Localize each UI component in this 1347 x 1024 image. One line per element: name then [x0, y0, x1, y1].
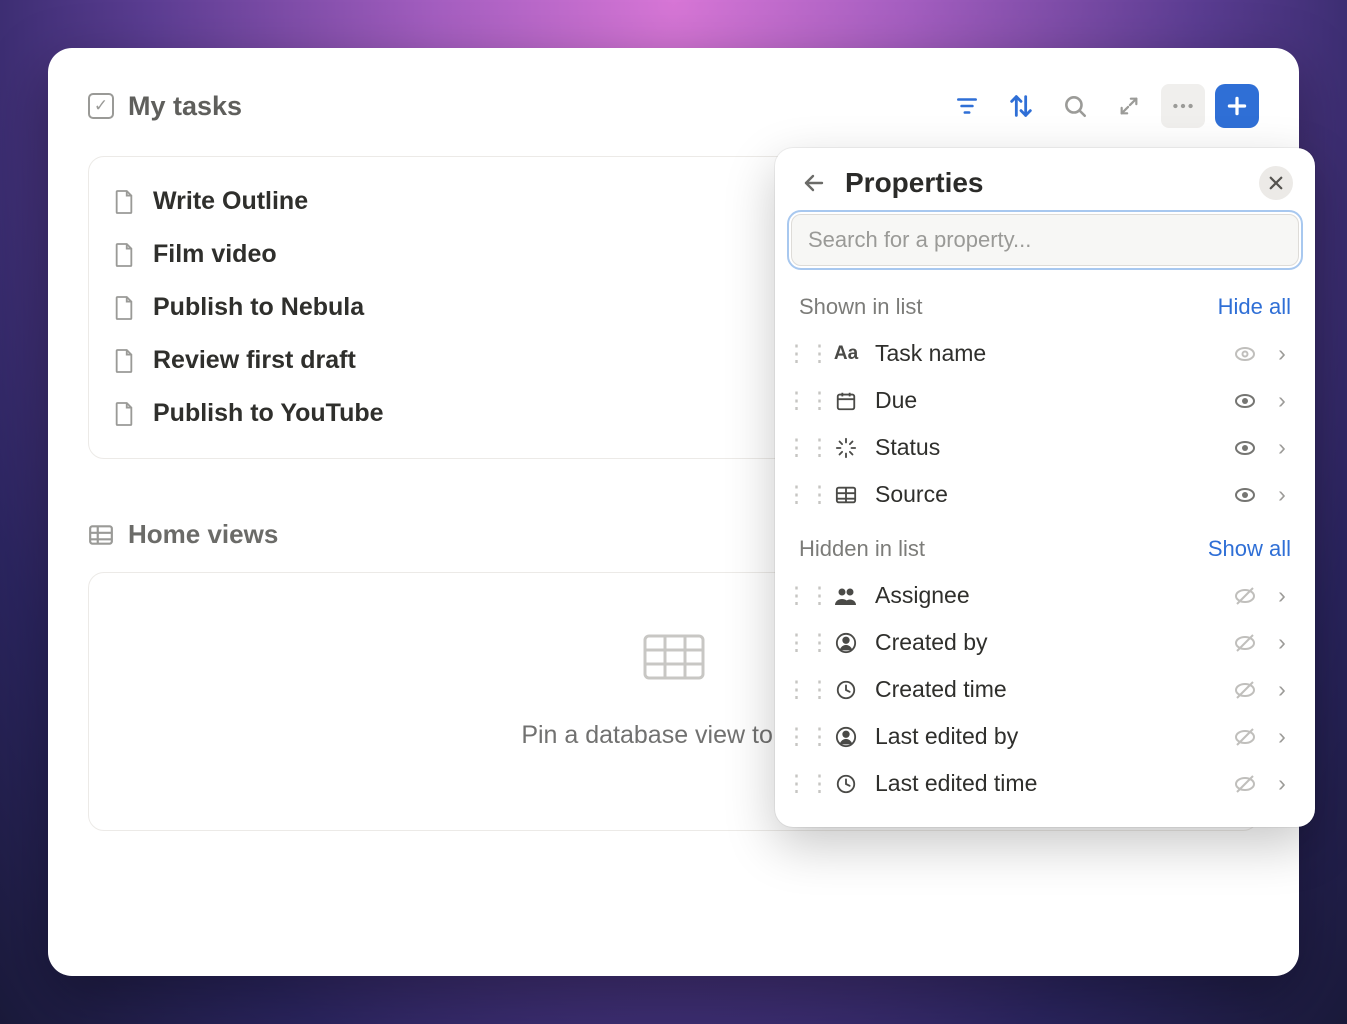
page-icon	[113, 348, 135, 374]
drag-handle-icon[interactable]: ⋮⋮	[799, 481, 817, 508]
task-name: Write Outline	[153, 187, 308, 216]
person-icon	[831, 632, 861, 654]
toolbar	[945, 84, 1259, 128]
hidden-group-header: Hidden in list Show all	[775, 518, 1315, 572]
chevron-right-icon: ›	[1273, 676, 1291, 703]
search-button[interactable]	[1053, 84, 1097, 128]
table-placeholder-icon	[642, 633, 706, 681]
new-button[interactable]	[1215, 84, 1259, 128]
property-row-assignee[interactable]: ⋮⋮ Assignee ›	[775, 572, 1315, 619]
drag-handle-icon[interactable]: ⋮⋮	[799, 676, 817, 703]
visibility-toggle[interactable]	[1231, 483, 1259, 507]
text-type-icon: Aa	[831, 343, 861, 365]
chevron-right-icon: ›	[1273, 387, 1291, 414]
page-icon	[113, 401, 135, 427]
page-icon	[113, 242, 135, 268]
header: ✓ My tasks	[88, 84, 1259, 128]
page-icon	[113, 295, 135, 321]
property-row-status[interactable]: ⋮⋮ Status ›	[775, 424, 1315, 471]
back-button[interactable]	[797, 166, 831, 200]
people-icon	[831, 586, 861, 606]
drag-handle-icon[interactable]: ⋮⋮	[799, 387, 817, 414]
property-row-task-name[interactable]: ⋮⋮ Aa Task name ›	[775, 330, 1315, 377]
drag-handle-icon[interactable]: ⋮⋮	[799, 434, 817, 461]
expand-button[interactable]	[1107, 84, 1151, 128]
property-row-created-by[interactable]: ⋮⋮ Created by ›	[775, 619, 1315, 666]
property-search-input[interactable]	[791, 214, 1299, 266]
table-icon	[88, 524, 114, 546]
property-row-due[interactable]: ⋮⋮ Due ›	[775, 377, 1315, 424]
task-name: Publish to YouTube	[153, 399, 384, 428]
clock-icon	[831, 679, 861, 701]
chevron-right-icon: ›	[1273, 582, 1291, 609]
drag-handle-icon[interactable]: ⋮⋮	[799, 340, 817, 367]
property-label: Task name	[875, 340, 1217, 367]
clock-icon	[831, 773, 861, 795]
shown-group-header: Shown in list Hide all	[775, 276, 1315, 330]
task-name: Film video	[153, 240, 277, 269]
visibility-toggle[interactable]	[1231, 631, 1259, 655]
close-button[interactable]	[1259, 166, 1293, 200]
property-row-last-edited-by[interactable]: ⋮⋮ Last edited by ›	[775, 713, 1315, 760]
hide-all-link[interactable]: Hide all	[1218, 294, 1291, 320]
task-name: Publish to Nebula	[153, 293, 364, 322]
property-label: Last edited time	[875, 770, 1217, 797]
drag-handle-icon[interactable]: ⋮⋮	[799, 723, 817, 750]
visibility-toggle[interactable]	[1231, 342, 1259, 366]
hidden-label: Hidden in list	[799, 536, 925, 562]
chevron-right-icon: ›	[1273, 629, 1291, 656]
visibility-toggle[interactable]	[1231, 772, 1259, 796]
chevron-right-icon: ›	[1273, 770, 1291, 797]
sort-button[interactable]	[999, 84, 1043, 128]
properties-panel: Properties Shown in list Hide all ⋮⋮ Aa …	[775, 148, 1315, 827]
visibility-toggle[interactable]	[1231, 584, 1259, 608]
panel-title: Properties	[845, 167, 984, 199]
more-button[interactable]	[1161, 84, 1205, 128]
person-icon	[831, 726, 861, 748]
property-label: Assignee	[875, 582, 1217, 609]
property-label: Status	[875, 434, 1217, 461]
visibility-toggle[interactable]	[1231, 436, 1259, 460]
chevron-right-icon: ›	[1273, 340, 1291, 367]
drag-handle-icon[interactable]: ⋮⋮	[799, 770, 817, 797]
chevron-right-icon: ›	[1273, 434, 1291, 461]
property-row-source[interactable]: ⋮⋮ Source ›	[775, 471, 1315, 518]
search-wrap	[775, 214, 1315, 276]
show-all-link[interactable]: Show all	[1208, 536, 1291, 562]
page-title: My tasks	[128, 91, 242, 122]
property-row-last-edited-time[interactable]: ⋮⋮ Last edited time ›	[775, 760, 1315, 807]
drag-handle-icon[interactable]: ⋮⋮	[799, 582, 817, 609]
property-label: Due	[875, 387, 1217, 414]
status-icon	[831, 437, 861, 459]
task-name: Review first draft	[153, 346, 356, 375]
property-label: Source	[875, 481, 1217, 508]
visibility-toggle[interactable]	[1231, 725, 1259, 749]
chevron-right-icon: ›	[1273, 481, 1291, 508]
property-label: Created by	[875, 629, 1217, 656]
page-icon	[113, 189, 135, 215]
filter-button[interactable]	[945, 84, 989, 128]
chevron-right-icon: ›	[1273, 723, 1291, 750]
visibility-toggle[interactable]	[1231, 678, 1259, 702]
property-row-created-time[interactable]: ⋮⋮ Created time ›	[775, 666, 1315, 713]
calendar-icon	[831, 390, 861, 412]
section-title: Home views	[128, 519, 278, 550]
drag-handle-icon[interactable]: ⋮⋮	[799, 629, 817, 656]
visibility-toggle[interactable]	[1231, 389, 1259, 413]
property-label: Created time	[875, 676, 1217, 703]
shown-label: Shown in list	[799, 294, 923, 320]
table-icon	[831, 485, 861, 505]
title-area: ✓ My tasks	[88, 91, 242, 122]
checkbox-icon: ✓	[88, 93, 114, 119]
panel-header: Properties	[775, 166, 1315, 214]
property-label: Last edited by	[875, 723, 1217, 750]
